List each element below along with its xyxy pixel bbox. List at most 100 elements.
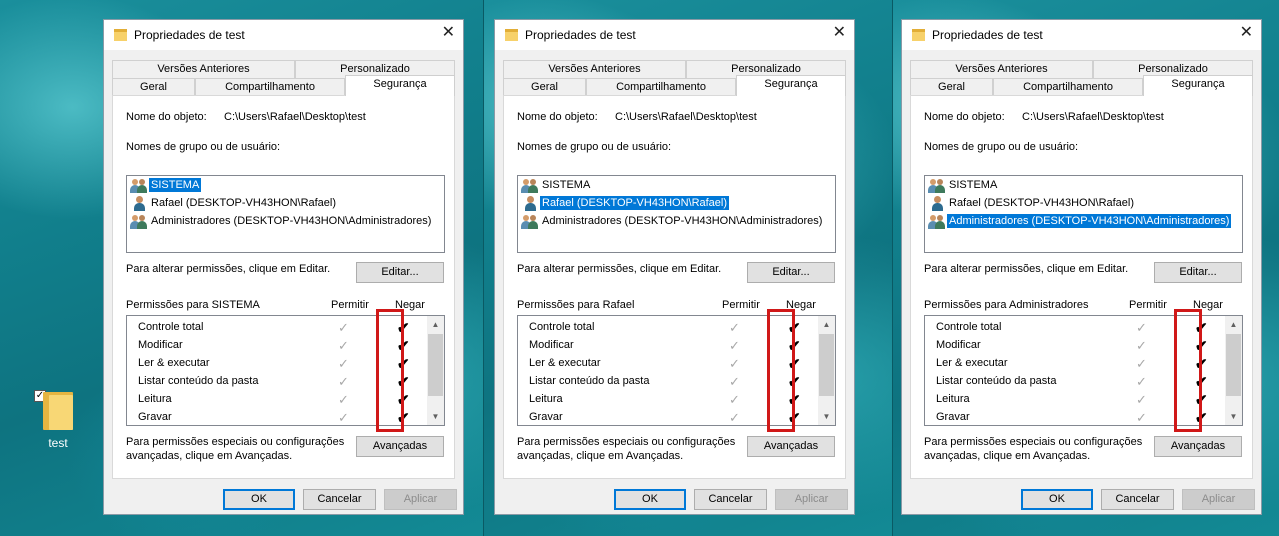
desktop-folder-test[interactable]: ✓ test <box>30 388 86 450</box>
list-item-rafael[interactable]: Rafael (DESKTOP-VH43HON\Rafael) <box>129 195 340 212</box>
list-item-label: Rafael (DESKTOP-VH43HON\Rafael) <box>540 196 730 210</box>
list-item-sistema[interactable]: SISTEMA <box>129 177 203 194</box>
list-item-sistema[interactable]: SISTEMA <box>520 177 594 194</box>
users-listbox[interactable]: SISTEMA Rafael (DESKTOP-VH43HON\Rafael) … <box>126 175 445 253</box>
users-listbox[interactable]: SISTEMA Rafael (DESKTOP-VH43HON\Rafael) … <box>517 175 836 253</box>
desktop-panel-1: ✓ test Propriedades de test ✕ Versões An… <box>0 0 484 536</box>
list-item-rafael[interactable]: Rafael (DESKTOP-VH43HON\Rafael) <box>520 195 731 212</box>
list-item-label: Rafael (DESKTOP-VH43HON\Rafael) <box>151 197 337 209</box>
scroll-down-icon[interactable]: ▼ <box>427 408 444 425</box>
tab-geral[interactable]: Geral <box>503 78 586 96</box>
advanced-text-line-1: Para permissões especiais ou configuraçõ… <box>517 436 736 448</box>
apply-button[interactable]: Aplicar <box>384 489 457 510</box>
allow-column-header: Permitir <box>1129 299 1167 311</box>
allow-check-icon: ✓ <box>1136 374 1147 389</box>
close-icon[interactable]: ✕ <box>1240 24 1253 42</box>
permission-name: Gravar <box>138 411 172 423</box>
allow-check-icon: ✓ <box>729 356 740 371</box>
folder-icon <box>114 28 127 41</box>
tab-compartilhamento[interactable]: Compartilhamento <box>195 78 345 96</box>
change-permissions-text: Para alterar permissões, clique em Edita… <box>126 263 331 275</box>
close-icon[interactable]: ✕ <box>442 24 455 42</box>
list-item-administradores[interactable]: Administradores (DESKTOP-VH43HON\Adminis… <box>520 213 826 230</box>
apply-button[interactable]: Aplicar <box>1182 489 1255 510</box>
advanced-button[interactable]: Avançadas <box>1154 436 1242 457</box>
scroll-up-icon[interactable]: ▲ <box>427 316 444 333</box>
title-bar[interactable]: Propriedades de test ✕ <box>495 20 854 50</box>
users-listbox[interactable]: SISTEMA Rafael (DESKTOP-VH43HON\Rafael) … <box>924 175 1243 253</box>
edit-button[interactable]: Editar... <box>747 262 835 283</box>
deny-highlight-box <box>376 309 404 432</box>
allow-check-icon: ✓ <box>729 320 740 335</box>
tab-geral[interactable]: Geral <box>112 78 195 96</box>
advanced-text-line-2: avançadas, clique em Avançadas. <box>924 450 1091 462</box>
cancel-button[interactable]: Cancelar <box>694 489 767 510</box>
tab-compartilhamento[interactable]: Compartilhamento <box>993 78 1143 96</box>
properties-dialog: Propriedades de test ✕ Versões Anteriore… <box>901 19 1262 515</box>
scroll-up-icon[interactable]: ▲ <box>1225 316 1242 333</box>
list-item-label: Administradores (DESKTOP-VH43HON\Adminis… <box>151 215 432 227</box>
list-item-administradores[interactable]: Administradores (DESKTOP-VH43HON\Adminis… <box>927 213 1233 230</box>
permissions-scrollbar[interactable]: ▲ ▼ <box>818 316 835 425</box>
permission-name: Modificar <box>936 339 981 351</box>
permission-name: Gravar <box>529 411 563 423</box>
permission-name: Controle total <box>529 321 595 333</box>
tab-versoes-anteriores[interactable]: Versões Anteriores <box>112 60 295 78</box>
user-icon <box>132 196 147 211</box>
apply-button[interactable]: Aplicar <box>775 489 848 510</box>
tab-compartilhamento[interactable]: Compartilhamento <box>586 78 736 96</box>
ok-button[interactable]: OK <box>223 489 295 510</box>
group-icon <box>130 178 148 193</box>
object-name-label: Nome do objeto: <box>924 111 1005 123</box>
tab-versoes-anteriores[interactable]: Versões Anteriores <box>910 60 1093 78</box>
user-icon <box>930 196 945 211</box>
permissions-scrollbar[interactable]: ▲ ▼ <box>427 316 444 425</box>
list-item-label: Administradores (DESKTOP-VH43HON\Adminis… <box>947 214 1232 228</box>
scroll-up-icon[interactable]: ▲ <box>818 316 835 333</box>
advanced-button[interactable]: Avançadas <box>747 436 835 457</box>
title-bar[interactable]: Propriedades de test ✕ <box>104 20 463 50</box>
scroll-thumb[interactable] <box>428 334 443 396</box>
properties-dialog: Propriedades de test ✕ Versões Anteriore… <box>494 19 855 515</box>
permission-name: Ler & executar <box>529 357 601 369</box>
tab-seguranca[interactable]: Segurança <box>1143 75 1253 96</box>
list-item-sistema[interactable]: SISTEMA <box>927 177 1001 194</box>
permission-name: Leitura <box>529 393 563 405</box>
cancel-button[interactable]: Cancelar <box>1101 489 1174 510</box>
title-bar[interactable]: Propriedades de test ✕ <box>902 20 1261 50</box>
cancel-button[interactable]: Cancelar <box>303 489 376 510</box>
advanced-button[interactable]: Avançadas <box>356 436 444 457</box>
folder-icon <box>505 28 518 41</box>
edit-button[interactable]: Editar... <box>1154 262 1242 283</box>
list-item-administradores[interactable]: Administradores (DESKTOP-VH43HON\Adminis… <box>129 213 435 230</box>
scroll-down-icon[interactable]: ▼ <box>1225 408 1242 425</box>
window-title: Propriedades de test <box>525 28 636 42</box>
permission-name: Ler & executar <box>138 357 210 369</box>
tab-seguranca[interactable]: Segurança <box>736 75 846 96</box>
close-icon[interactable]: ✕ <box>833 24 846 42</box>
list-item-label: Rafael (DESKTOP-VH43HON\Rafael) <box>949 197 1135 209</box>
deny-highlight-box <box>1174 309 1202 432</box>
tab-versoes-anteriores[interactable]: Versões Anteriores <box>503 60 686 78</box>
allow-check-icon: ✓ <box>338 338 349 353</box>
allow-check-icon: ✓ <box>1136 392 1147 407</box>
permission-name: Listar conteúdo da pasta <box>529 375 650 387</box>
tab-seguranca[interactable]: Segurança <box>345 75 455 96</box>
ok-button[interactable]: OK <box>1021 489 1093 510</box>
scroll-thumb[interactable] <box>1226 334 1241 396</box>
advanced-text-line-1: Para permissões especiais ou configuraçõ… <box>126 436 345 448</box>
ok-button[interactable]: OK <box>614 489 686 510</box>
permission-name: Modificar <box>138 339 183 351</box>
permissions-scrollbar[interactable]: ▲ ▼ <box>1225 316 1242 425</box>
advanced-text-line-2: avançadas, clique em Avançadas. <box>126 450 293 462</box>
allow-check-icon: ✓ <box>729 392 740 407</box>
permission-name: Modificar <box>529 339 574 351</box>
allow-check-icon: ✓ <box>338 410 349 425</box>
group-icon <box>928 178 946 193</box>
tab-geral[interactable]: Geral <box>910 78 993 96</box>
list-item-rafael[interactable]: Rafael (DESKTOP-VH43HON\Rafael) <box>927 195 1138 212</box>
scroll-down-icon[interactable]: ▼ <box>818 408 835 425</box>
permission-name: Listar conteúdo da pasta <box>138 375 259 387</box>
edit-button[interactable]: Editar... <box>356 262 444 283</box>
scroll-thumb[interactable] <box>819 334 834 396</box>
